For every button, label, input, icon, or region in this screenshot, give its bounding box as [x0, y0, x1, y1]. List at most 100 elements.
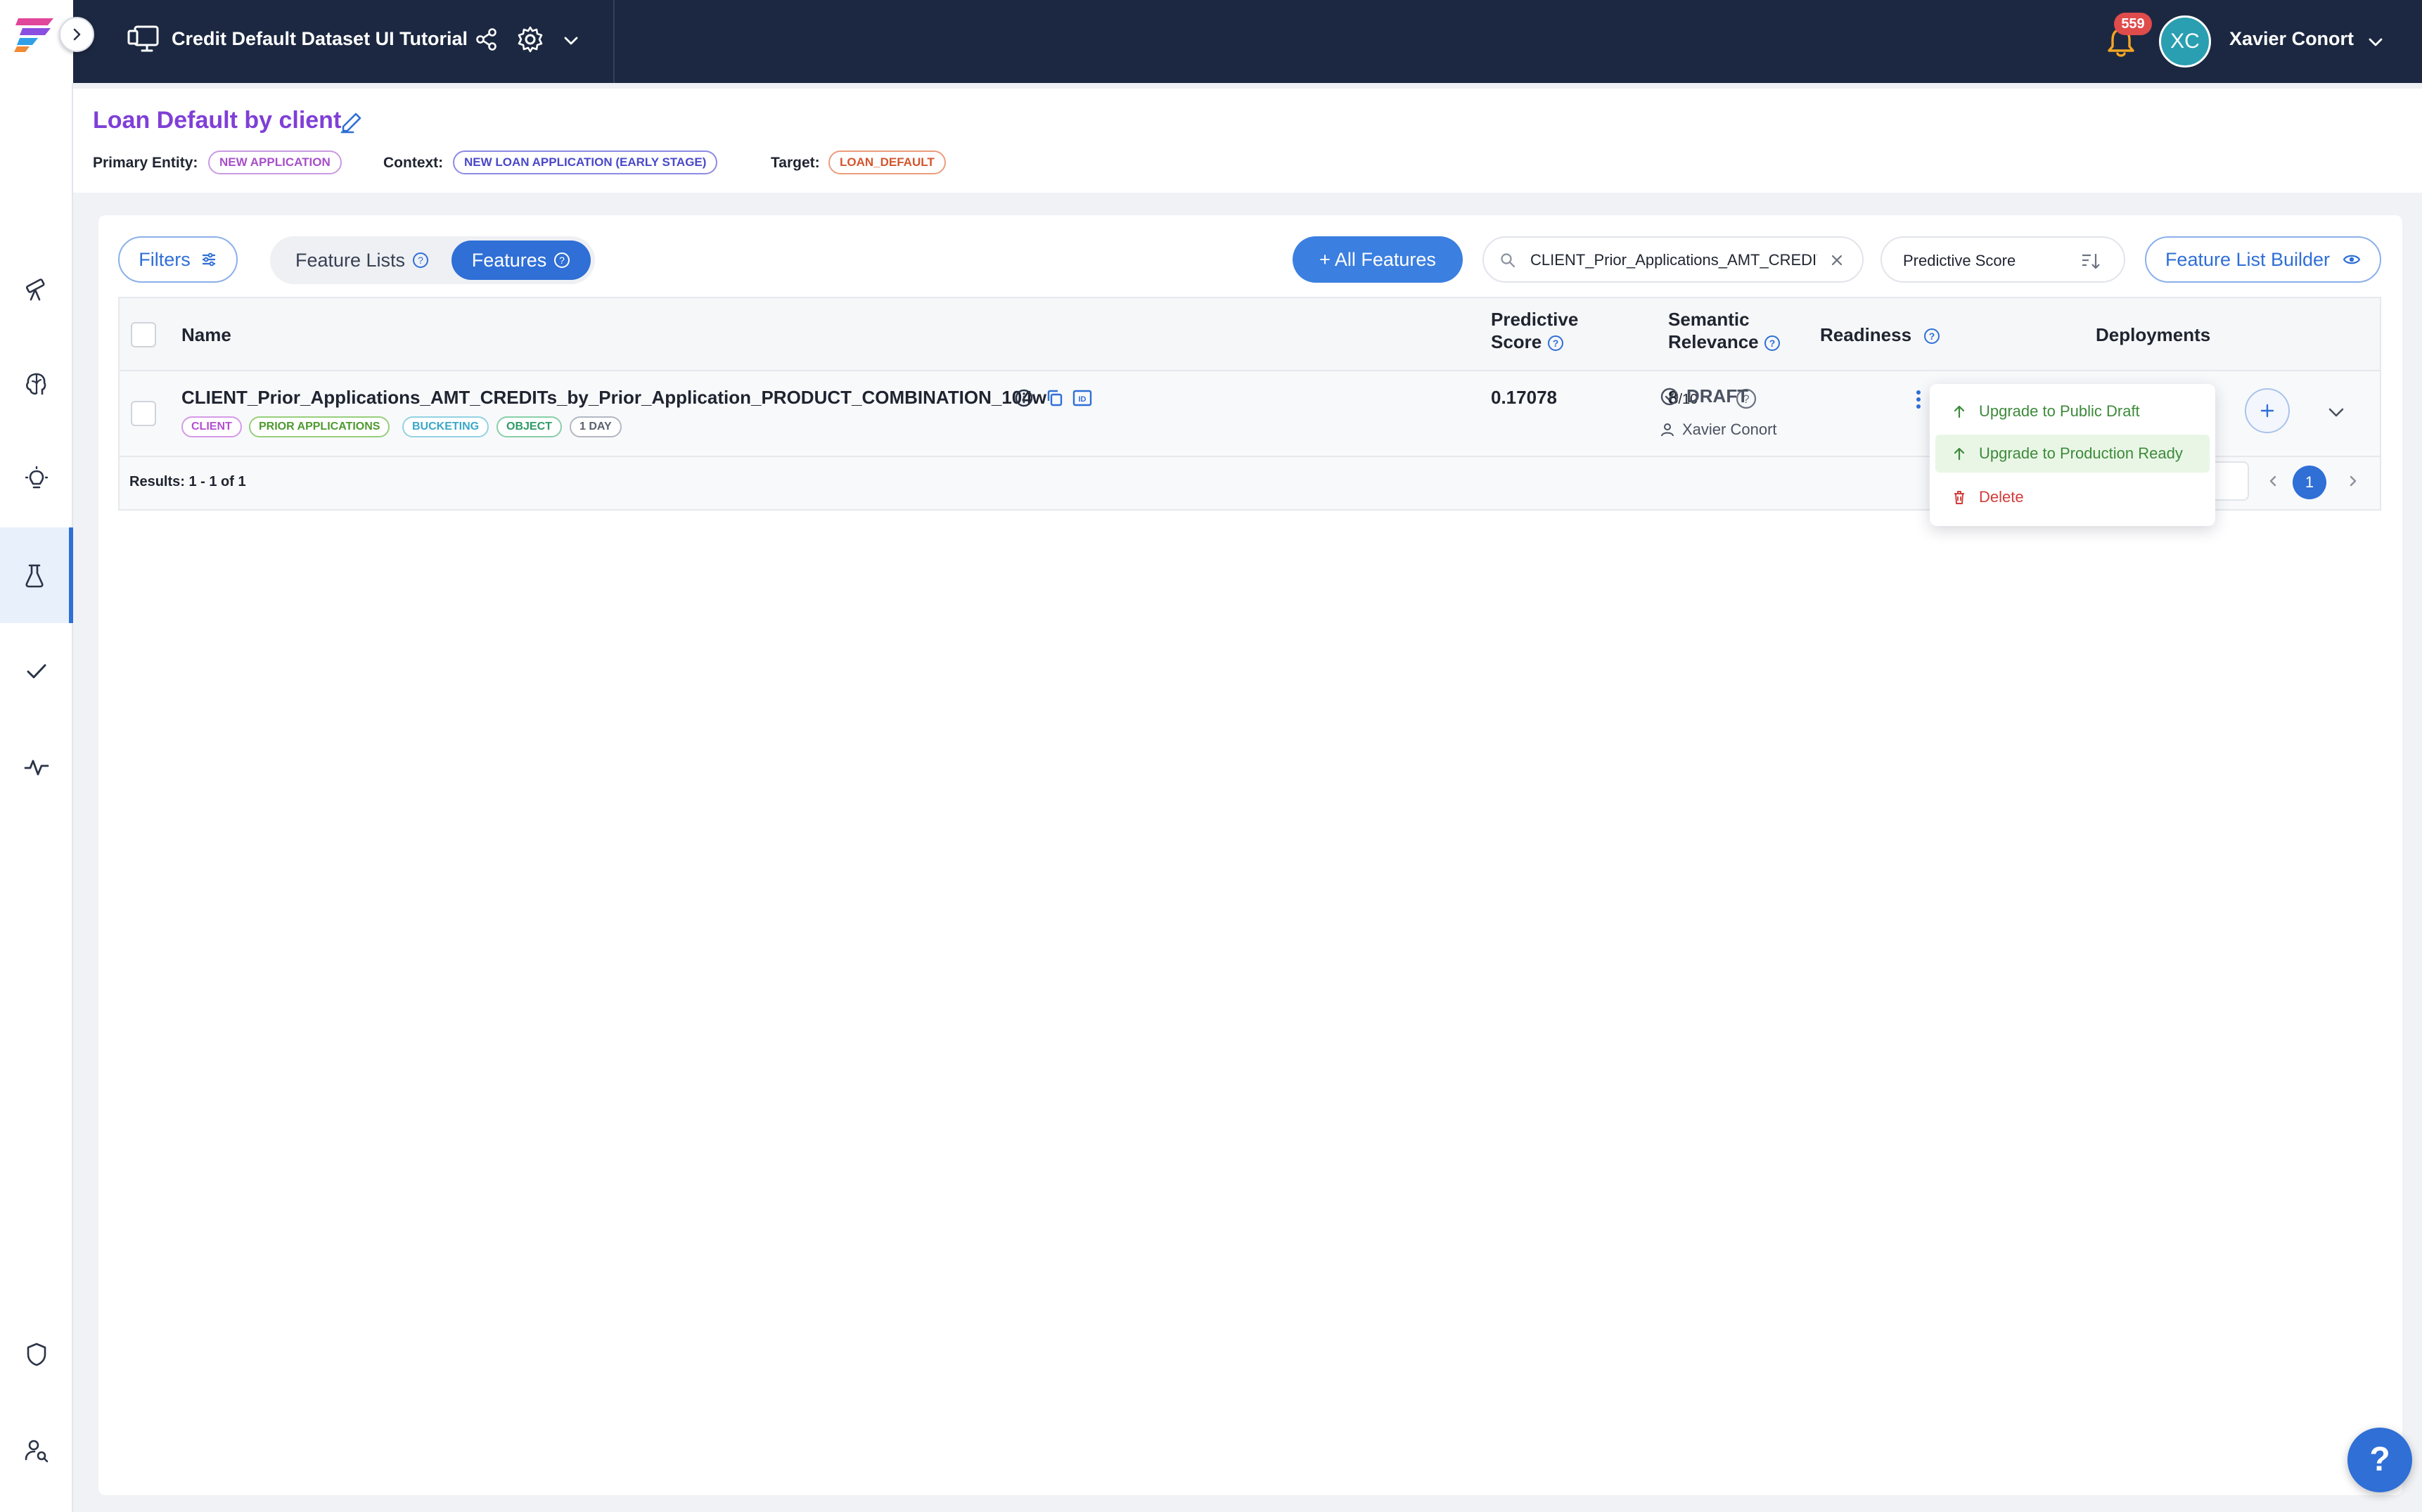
svg-text:?: ?: [1929, 331, 1935, 342]
predictive-score-line2: Score: [1491, 331, 1542, 352]
avatar[interactable]: XC: [2159, 15, 2211, 68]
column-header-predictive-score[interactable]: Predictive Score ?: [1491, 308, 1578, 353]
sidebar-item-catalog[interactable]: [0, 241, 73, 336]
all-features-button[interactable]: + All Features: [1293, 236, 1463, 283]
sidebar-item-entities[interactable]: [0, 336, 73, 432]
more-vertical-icon[interactable]: [1913, 387, 1924, 412]
help-circle-icon[interactable]: ?: [1764, 335, 1781, 352]
search-input[interactable]: CLIENT_Prior_Applications_AMT_CREDITs_by…: [1530, 251, 1817, 269]
plus-icon: [2260, 404, 2274, 418]
user-menu-chevron-icon[interactable]: [2366, 32, 2385, 52]
sidebar-item-users[interactable]: [0, 1402, 73, 1498]
check-icon: [27, 664, 46, 679]
predictive-score-value: 0.17078: [1491, 387, 1557, 408]
feature-search[interactable]: CLIENT_Prior_Applications_AMT_CREDITs_by…: [1482, 236, 1864, 283]
help-circle-icon[interactable]: ?: [1547, 335, 1564, 352]
user-icon: [1661, 423, 1674, 437]
readiness-status-label: DRAFT: [1686, 385, 1749, 406]
activity-icon: [24, 760, 49, 776]
page-number-button[interactable]: 1: [2293, 466, 2326, 499]
menu-item-label: Upgrade to Production Ready: [1979, 444, 2183, 462]
column-header-deployments[interactable]: Deployments: [2096, 323, 2210, 346]
dataset-monitor-icon: [127, 25, 159, 52]
top-bar: Credit Default Dataset UI Tutorial 559 X…: [0, 0, 2422, 83]
tab-feature-lists[interactable]: Feature Lists ?: [276, 241, 449, 280]
use-case-header: Loan Default by client Primary Entity: N…: [73, 83, 2422, 193]
info-icon[interactable]: [1014, 388, 1034, 408]
chevron-down-icon[interactable]: [561, 31, 581, 51]
target-label: Target:: [771, 155, 820, 171]
project-selector: Credit Default Dataset UI Tutorial: [73, 0, 615, 83]
svg-text:?: ?: [418, 255, 423, 266]
id-badge-icon[interactable]: ID: [1072, 388, 1093, 408]
use-case-title[interactable]: Loan Default by client: [93, 107, 341, 134]
trash-icon: [1954, 491, 1964, 504]
flask-icon: [25, 564, 44, 588]
filters-button[interactable]: Filters: [118, 236, 238, 283]
tab-features[interactable]: Features ?: [451, 241, 591, 280]
menu-item-upgrade-production-ready[interactable]: Upgrade to Production Ready: [1935, 435, 2210, 473]
view-toggle: Feature Lists ? Features ?: [270, 236, 595, 284]
sort-select[interactable]: Predictive Score: [1880, 236, 2125, 283]
sliders-icon: [202, 252, 215, 267]
feature-list-builder-button[interactable]: Feature List Builder: [2145, 236, 2381, 283]
filters-label: Filters: [139, 248, 191, 270]
user-name[interactable]: Xavier Conort: [2229, 28, 2354, 50]
feature-tag: CLIENT: [181, 416, 242, 437]
copy-icon[interactable]: [1045, 388, 1065, 408]
svg-text:?: ?: [1769, 338, 1776, 349]
sidebar-item-ideation[interactable]: [0, 432, 73, 527]
help-circle-icon[interactable]: ?: [553, 252, 570, 269]
menu-item-delete[interactable]: Delete: [1935, 478, 2210, 516]
readiness-header-label: Readiness: [1820, 324, 1912, 345]
svg-text:?: ?: [1552, 338, 1558, 349]
eye-icon: [2343, 255, 2361, 264]
semantic-relevance-line2: Relevance: [1668, 331, 1759, 352]
feature-name-link[interactable]: CLIENT_Prior_Applications_AMT_CREDITs_by…: [181, 387, 1046, 409]
predictive-score-line1: Predictive: [1491, 309, 1579, 330]
sidebar-item-governance[interactable]: [0, 1307, 73, 1402]
share-icon[interactable]: [474, 27, 499, 52]
sidebar-item-monitoring[interactable]: [0, 719, 73, 814]
project-title[interactable]: Credit Default Dataset UI Tutorial: [172, 28, 468, 50]
readiness-menu: Upgrade to Public Draft Upgrade to Produ…: [1930, 384, 2215, 526]
help-circle-icon[interactable]: ?: [1923, 328, 1940, 345]
column-header-semantic-relevance[interactable]: Semantic Relevance ?: [1668, 308, 1781, 353]
row-checkbox[interactable]: [131, 401, 156, 426]
app-logo-icon[interactable]: [13, 15, 55, 53]
chevron-left-icon[interactable]: [2264, 471, 2281, 491]
results-count: Results: 1 - 1 of 1: [129, 474, 246, 489]
sidebar-item-experiment[interactable]: [0, 527, 73, 623]
primary-entity-tag: NEW APPLICATION: [208, 150, 342, 174]
select-all-checkbox[interactable]: [131, 322, 156, 347]
column-header-name[interactable]: Name: [181, 323, 231, 346]
chevron-right-icon[interactable]: [2345, 471, 2362, 491]
column-header-readiness[interactable]: Readiness ?: [1820, 323, 1940, 346]
notification-count-badge: 559: [2114, 13, 2152, 35]
check-circle-icon: [1660, 387, 1679, 405]
add-deployment-button[interactable]: [2245, 388, 2290, 433]
tab-feature-lists-label: Feature Lists: [295, 249, 406, 271]
readiness-status[interactable]: DRAFT: [1660, 385, 1748, 407]
id-badge-text: ID: [1079, 395, 1087, 404]
search-icon: [1501, 253, 1516, 268]
semantic-relevance-line1: Semantic: [1668, 309, 1750, 330]
gear-icon[interactable]: [516, 25, 544, 53]
context-tag: NEW LOAN APPLICATION (EARLY STAGE): [453, 150, 718, 174]
expand-row-chevron-icon[interactable]: [2325, 401, 2347, 423]
sort-descending-icon[interactable]: [2080, 250, 2101, 271]
menu-item-upgrade-public-draft[interactable]: Upgrade to Public Draft: [1935, 392, 2210, 430]
feature-tag: BUCKETING: [402, 416, 489, 437]
help-circle-icon[interactable]: ?: [412, 252, 429, 269]
sort-select-value: Predictive Score: [1903, 252, 2016, 269]
feature-list-builder-label: Feature List Builder: [2165, 248, 2331, 270]
edit-icon[interactable]: [339, 110, 364, 135]
help-button[interactable]: ?: [2347, 1428, 2412, 1492]
close-icon[interactable]: [1828, 252, 1845, 269]
table-header: Name Predictive Score ? Semantic Relevan…: [120, 298, 2380, 371]
arrow-up-icon: [1954, 405, 1965, 418]
primary-entity-label: Primary Entity:: [93, 155, 198, 171]
brain-icon: [26, 373, 46, 395]
target-tag: LOAN_DEFAULT: [828, 150, 946, 174]
sidebar-item-approval[interactable]: [0, 623, 73, 719]
